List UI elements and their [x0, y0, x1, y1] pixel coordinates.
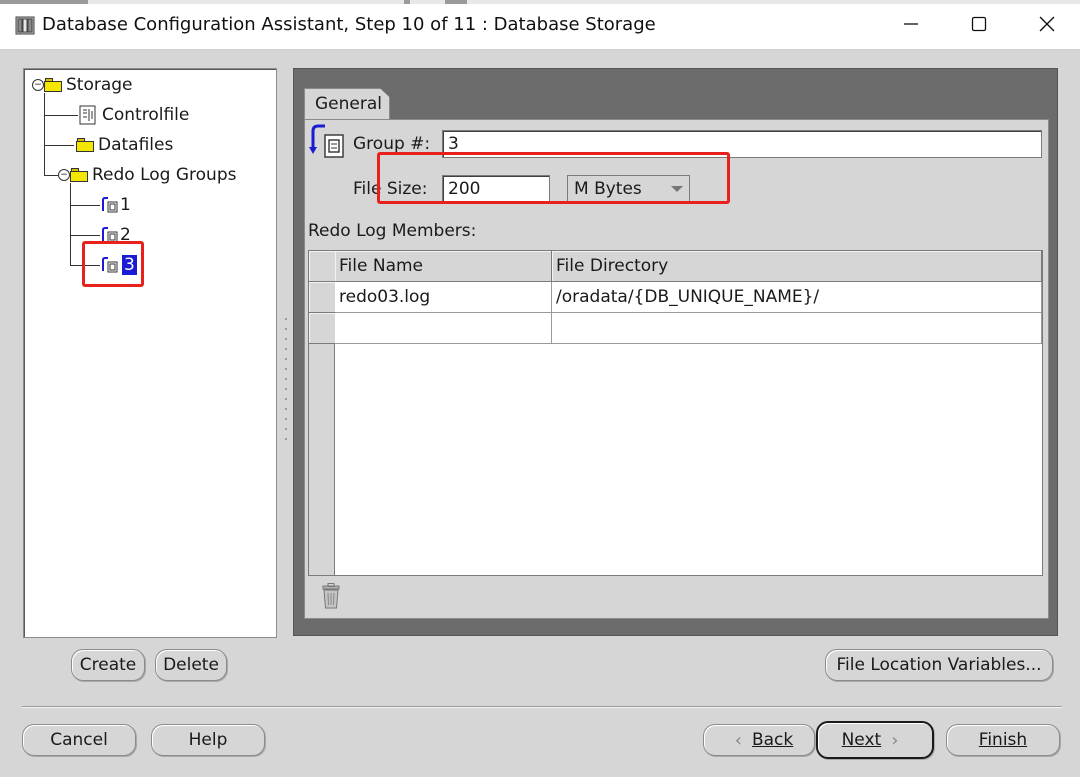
- tree-node-datafiles[interactable]: Datafiles: [76, 133, 173, 157]
- column-header-file-directory[interactable]: File Directory: [552, 251, 1042, 282]
- tree-line: [44, 175, 58, 176]
- finish-button[interactable]: Finish: [946, 724, 1060, 756]
- cancel-button[interactable]: Cancel: [22, 724, 136, 756]
- dropdown-arrow-icon: [671, 186, 683, 192]
- next-label: Next: [841, 730, 882, 750]
- minimize-icon: [904, 23, 918, 25]
- size-unit-select[interactable]: M Bytes: [567, 175, 690, 203]
- table-cell-file-name[interactable]: [335, 313, 552, 344]
- splitter-handle[interactable]: [284, 318, 288, 440]
- back-label: Back: [751, 730, 794, 750]
- row-header[interactable]: [309, 282, 335, 313]
- tree-label: Storage: [66, 75, 133, 95]
- tree-label: 1: [120, 195, 131, 215]
- strip-segment: [404, 0, 410, 4]
- tree-line: [44, 93, 45, 175]
- tree-node-storage[interactable]: − Storage: [32, 73, 133, 97]
- folder-icon: [44, 78, 62, 92]
- controlfile-icon: [79, 105, 96, 125]
- close-button[interactable]: [1016, 0, 1078, 48]
- file-size-input[interactable]: 200: [442, 175, 550, 203]
- tree-label: Redo Log Groups: [92, 165, 237, 185]
- tree-line: [70, 235, 100, 236]
- strip-segment: [445, 0, 467, 4]
- tree-label: 2: [120, 225, 131, 245]
- redo-log-icon: [102, 227, 118, 243]
- redo-log-icon: [102, 257, 118, 273]
- redo-log-icon: [102, 197, 118, 213]
- column-header-file-name[interactable]: File Name: [335, 251, 552, 282]
- tree-line: [44, 115, 78, 116]
- tree-label: Datafiles: [98, 135, 174, 155]
- trash-icon[interactable]: [320, 583, 342, 609]
- collapse-icon[interactable]: −: [58, 169, 70, 181]
- finish-label: Finish: [978, 730, 1028, 750]
- close-icon: [1039, 16, 1055, 32]
- group-number-field[interactable]: 3: [442, 130, 1042, 158]
- group-number-label: Group #:: [353, 134, 431, 154]
- window-title: Database Configuration Assistant, Step 1…: [42, 14, 656, 35]
- tree-label: Controlfile: [102, 105, 190, 125]
- tree-line: [70, 265, 100, 266]
- tree-label-selected: 3: [122, 255, 137, 275]
- file-location-variables-button[interactable]: File Location Variables...: [825, 649, 1053, 681]
- chevron-right-icon: ›: [891, 729, 899, 751]
- storage-tree[interactable]: − Storage Controlfile Datafiles − Redo L…: [23, 68, 277, 638]
- minimize-button[interactable]: [880, 0, 942, 48]
- file-size-label: File Size:: [353, 179, 428, 199]
- row-header[interactable]: [309, 313, 335, 344]
- tree-line: [70, 205, 100, 206]
- tree-line: [70, 183, 71, 265]
- redo-members-table[interactable]: File Name File Directory redo03.log /ora…: [308, 250, 1043, 576]
- tree-node-group-3[interactable]: 3: [100, 253, 137, 277]
- table-cell-file-directory[interactable]: /oradata/{DB_UNIQUE_NAME}/: [552, 282, 1042, 313]
- maximize-icon: [971, 16, 987, 32]
- tree-node-group-1[interactable]: 1: [100, 193, 131, 217]
- redo-log-group-icon: [309, 124, 344, 158]
- tree-node-redo-log-groups[interactable]: − Redo Log Groups: [58, 163, 236, 187]
- footer-separator: [22, 706, 1062, 708]
- back-button[interactable]: ‹ Back: [703, 724, 815, 756]
- strip-segment: [0, 0, 88, 4]
- maximize-button[interactable]: [948, 0, 1010, 48]
- help-button[interactable]: Help: [151, 724, 265, 756]
- table-cell-file-directory[interactable]: [552, 313, 1042, 344]
- size-unit-value: M Bytes: [574, 179, 642, 199]
- redo-members-label: Redo Log Members:: [308, 221, 477, 241]
- delete-button[interactable]: Delete: [155, 649, 227, 681]
- tree-line: [44, 145, 74, 146]
- collapse-icon[interactable]: −: [32, 79, 44, 91]
- next-button[interactable]: Next ›: [816, 721, 934, 759]
- tree-node-controlfile[interactable]: Controlfile: [78, 103, 189, 127]
- database-app-icon: [15, 16, 35, 35]
- folder-icon: [76, 138, 94, 152]
- table-cell-file-name[interactable]: redo03.log: [335, 282, 552, 313]
- chevron-left-icon: ‹: [734, 729, 742, 751]
- tree-node-group-2[interactable]: 2: [100, 223, 131, 247]
- table-corner: [309, 251, 335, 282]
- folder-icon: [70, 168, 88, 182]
- create-button[interactable]: Create: [71, 649, 145, 681]
- title-bar: Database Configuration Assistant, Step 1…: [0, 0, 1080, 50]
- tab-general[interactable]: General: [304, 88, 390, 120]
